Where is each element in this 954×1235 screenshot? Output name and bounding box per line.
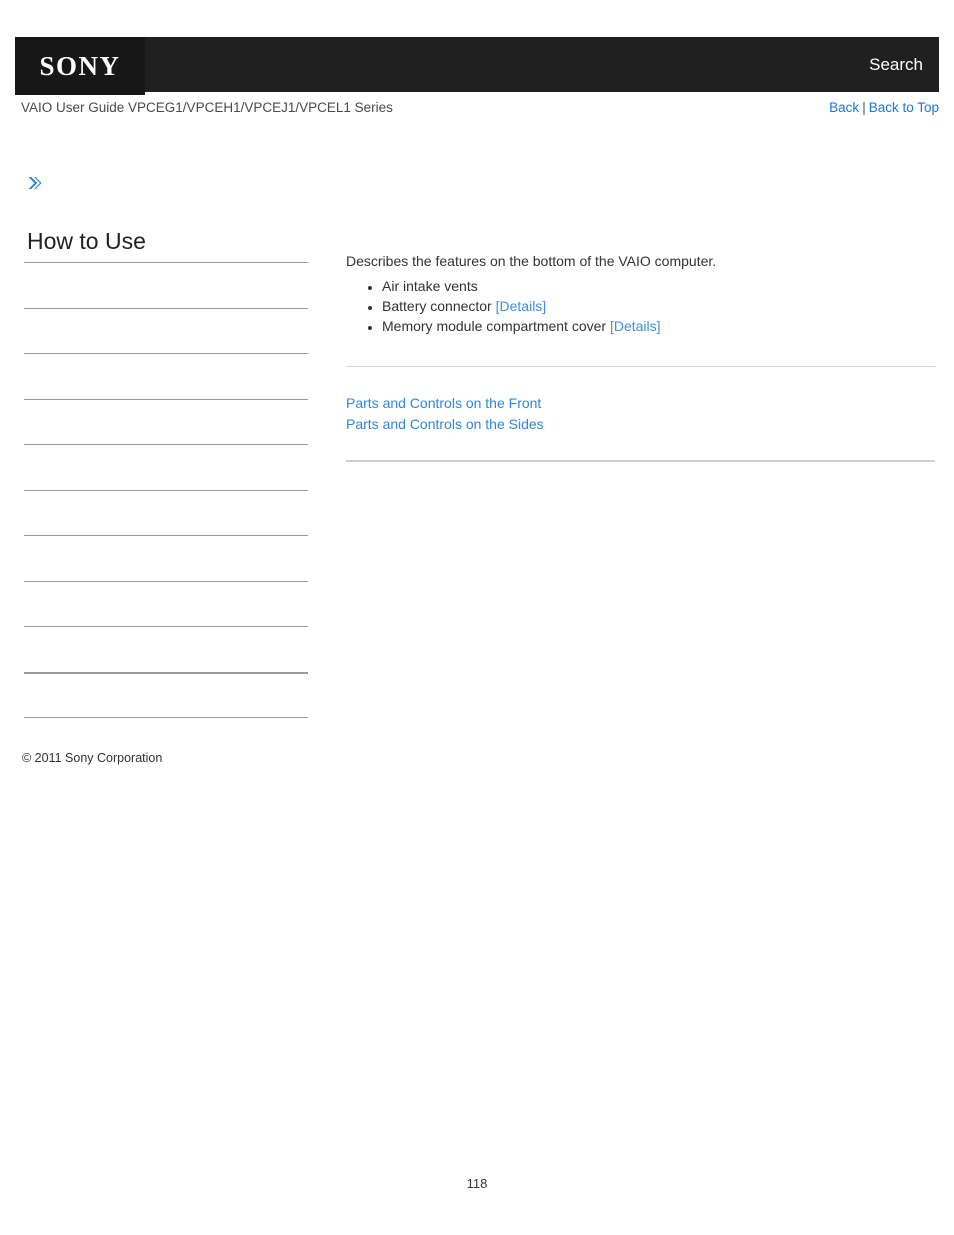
sidebar-item-8[interactable] xyxy=(24,580,308,627)
details-link[interactable]: [Details] xyxy=(496,298,547,314)
feature-label: Air intake vents xyxy=(382,277,478,294)
sidebar-item-5[interactable] xyxy=(24,444,308,490)
sidebar-item-7[interactable] xyxy=(24,535,308,581)
guide-title: VAIO User Guide VPCEG1/VPCEH1/VPCEJ1/VPC… xyxy=(21,100,393,115)
nav-separator: | xyxy=(862,100,866,115)
content-divider-bottom xyxy=(346,460,935,462)
sidebar-bottom-divider xyxy=(24,717,308,719)
back-link[interactable]: Back xyxy=(829,100,859,115)
related-link-parts-sides[interactable]: Parts and Controls on the Sides xyxy=(346,414,935,435)
sidebar-item-3[interactable] xyxy=(24,353,308,399)
feature-list: Air intake vents Battery connector [Deta… xyxy=(346,276,935,337)
sidebar-item-1[interactable] xyxy=(24,262,308,308)
list-item: Battery connector [Details] xyxy=(382,296,935,316)
sony-logo-text: SONY xyxy=(39,50,121,81)
related-links: Parts and Controls on the Front Parts an… xyxy=(346,393,935,435)
content-divider-top xyxy=(346,366,935,367)
related-link-parts-front[interactable]: Parts and Controls on the Front xyxy=(346,393,935,414)
page-title: How to Use xyxy=(27,228,146,254)
sony-logo[interactable]: SONY xyxy=(15,37,145,95)
details-link[interactable]: [Details] xyxy=(610,318,661,334)
main-content: Describes the features on the bottom of … xyxy=(346,252,935,337)
copyright-notice: © 2011 Sony Corporation xyxy=(22,751,163,765)
list-item: Air intake vents xyxy=(382,276,935,296)
site-header: Search xyxy=(15,37,939,92)
feature-label: Memory module compartment cover xyxy=(382,318,607,335)
sidebar-item-10[interactable] xyxy=(24,671,308,718)
back-to-top-link[interactable]: Back to Top xyxy=(869,100,939,115)
sidebar: How to Use xyxy=(24,228,308,719)
guide-nav: Back | Back to Top xyxy=(829,100,939,115)
sidebar-item-9[interactable] xyxy=(24,626,308,672)
list-item: Memory module compartment cover [Details… xyxy=(382,316,935,336)
sidebar-item-4[interactable] xyxy=(24,398,308,445)
content-intro: Describes the features on the bottom of … xyxy=(346,253,717,269)
search-link[interactable]: Search xyxy=(869,37,923,92)
feature-label: Battery connector xyxy=(382,298,492,315)
page-number: 118 xyxy=(466,1176,488,1191)
double-chevron-right-icon[interactable] xyxy=(26,174,44,192)
sidebar-item-2[interactable] xyxy=(24,307,308,354)
guide-bar: VAIO User Guide VPCEG1/VPCEH1/VPCEJ1/VPC… xyxy=(15,100,939,122)
sidebar-item-6[interactable] xyxy=(24,489,308,536)
